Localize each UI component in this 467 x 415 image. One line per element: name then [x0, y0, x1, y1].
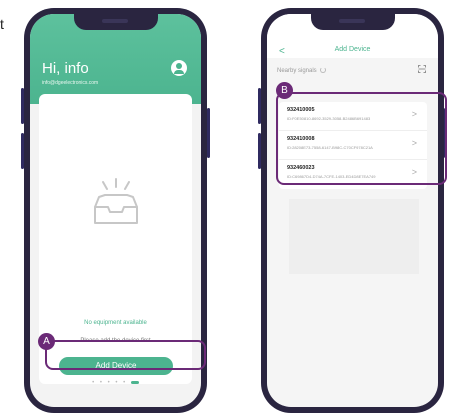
speaker [338, 19, 365, 23]
badge-a: A [38, 333, 55, 350]
volume-button [21, 133, 24, 169]
badge-b: B [276, 82, 293, 99]
add-device-screen: < Add Device Nearby signals 932410005 ID… [267, 14, 438, 407]
notch [310, 14, 395, 30]
nearby-signals-text: Nearby signals [277, 68, 317, 74]
cropped-text: t [0, 16, 4, 32]
greeting: Hi, info [42, 60, 89, 77]
active-page-dot [130, 380, 139, 384]
stage: t Hi, info info@dgeelectronics.com No eq… [0, 0, 467, 415]
nearby-signals-label: Nearby signals [277, 67, 326, 74]
phone-frame-right: < Add Device Nearby signals 932410005 ID… [258, 8, 447, 413]
list-background-panel [289, 199, 419, 274]
user-profile-icon[interactable] [171, 60, 187, 76]
highlight-a [45, 340, 206, 370]
page-dots: • • • • • [92, 380, 128, 386]
page-indicator: • • • • • [39, 380, 192, 386]
empty-state-message: No equipment available [84, 320, 147, 326]
scan-icon[interactable] [418, 65, 426, 73]
highlight-b [276, 92, 447, 185]
page-title: Add Device [334, 46, 371, 53]
volume-button [258, 133, 261, 169]
loading-spinner-icon [319, 67, 326, 73]
user-email: info@dgeelectronics.com [42, 80, 99, 86]
notch [73, 14, 158, 30]
empty-box-icon [94, 178, 138, 224]
speaker [101, 19, 128, 23]
